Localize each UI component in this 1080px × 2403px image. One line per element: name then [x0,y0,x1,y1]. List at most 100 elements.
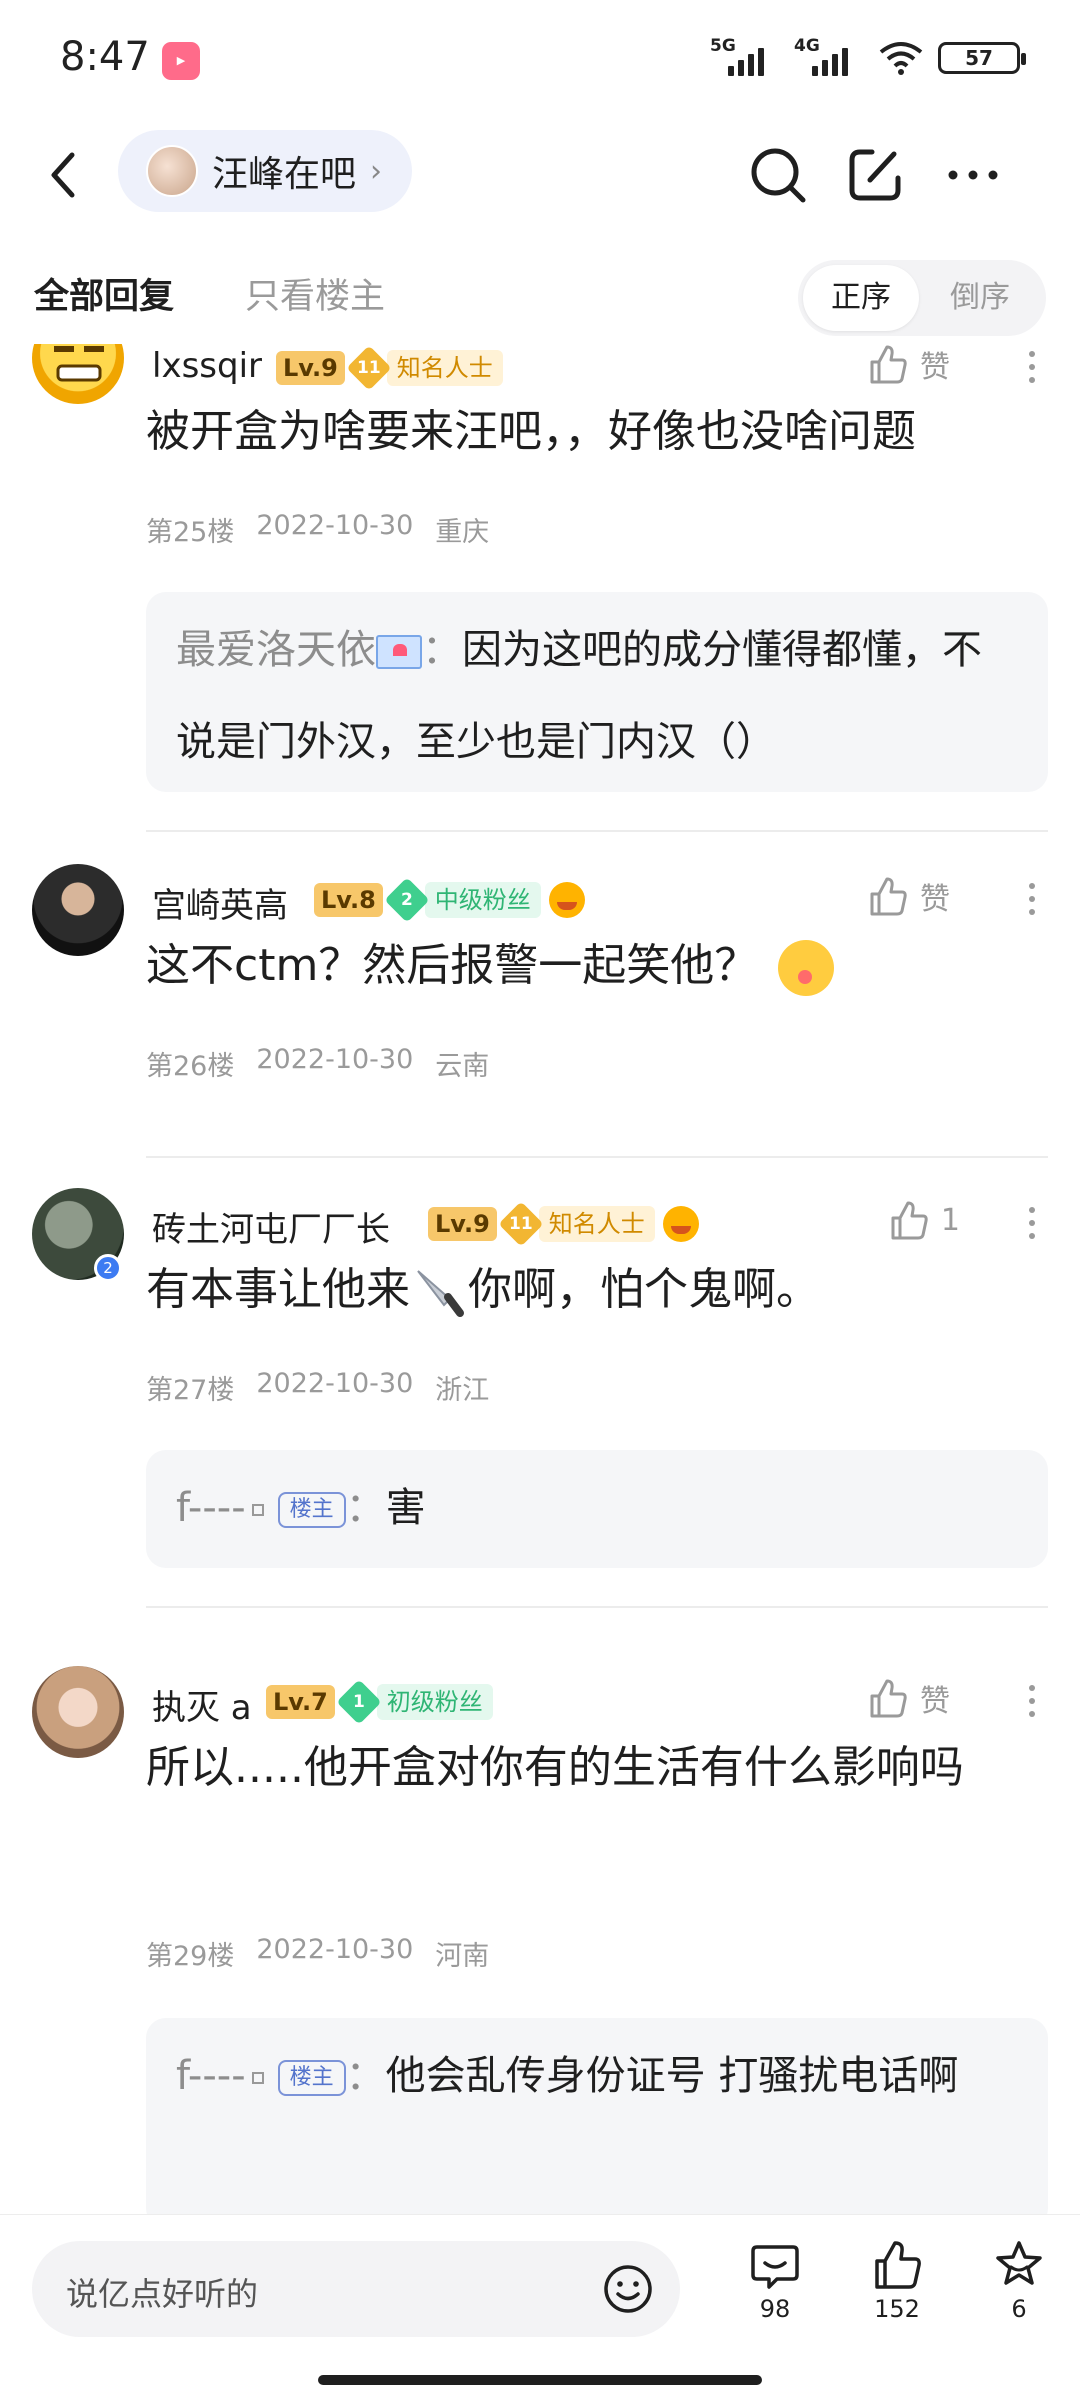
like-button[interactable]: 赞 [866,1676,950,1720]
reply-username[interactable]: f---- [176,1485,246,1531]
avatar[interactable] [32,344,124,404]
reply-username[interactable]: 最爱洛天依 [176,627,376,673]
sort-toggle: 正序 倒序 [798,260,1046,336]
tab-all-replies[interactable]: 全部回复 [34,268,174,319]
home-indicator[interactable] [318,2375,762,2385]
comment-icon [751,2245,799,2289]
username[interactable]: 执灭 a [152,1680,252,1729]
like-button[interactable]: 1 [887,1198,960,1242]
sub-reply-box[interactable]: 最爱洛天依 ：因为这吧的成分懂得都懂，不说是门外汉，至少也是门内汉（） [146,592,1048,792]
like-label: 赞 [920,350,950,385]
like-button[interactable]: 赞 [866,344,950,386]
thumbs-up-icon [870,345,907,384]
post-text: 有本事让他来 你啊，怕个鬼啊。 [146,1246,1046,1334]
username[interactable]: 宫崎英高 [152,878,288,927]
top-nav-bar: 汪峰在吧 › [0,120,1080,230]
post-text: 被开盒为啥要来汪吧，，好像也没啥问题 [146,406,916,457]
emoji-badge-icon [548,882,585,918]
wifi-icon [879,42,923,75]
lz-badge: 楼主 [277,2060,346,2096]
like-label: 赞 [920,1684,950,1719]
favorite-button[interactable]: 6 [974,2237,1064,2323]
post-meta: 第26楼 2022-10-30 云南 [146,1044,489,1083]
divider [146,830,1048,832]
comment-count: 98 [759,2295,791,2323]
sort-ascending-button[interactable]: 正序 [803,265,919,331]
reply-username[interactable]: f---- [176,2053,246,2099]
post-meta: 第25楼 2022-10-30 重庆 [146,510,489,549]
sub-reply-box[interactable]: f---- 楼主 ：害 [146,1450,1048,1568]
gem-badge-icon: 1 [336,1679,382,1725]
signal-5g-icon: 5G [710,36,780,80]
title-badge: 知名人士 [386,350,503,386]
star-icon [996,2241,1042,2285]
title-badge: 初级粉丝 [376,1684,493,1720]
avatar[interactable] [32,1666,124,1758]
level-badge: Lv.9 [428,1207,497,1241]
emoji-badge-icon [662,1206,699,1242]
reply-text: 害 [385,1485,426,1531]
more-options-icon[interactable] [1022,1676,1042,1726]
level-badge: Lv.8 [314,883,383,917]
post-date: 2022-10-30 [256,1934,414,1965]
smirk-face-icon [54,346,104,382]
bottom-action-bar: 说亿点好听的 98 152 6 [0,2214,1080,2403]
more-options-icon[interactable] [940,142,1006,208]
favorite-count: 6 [1011,2295,1027,2323]
title-badge: 中级粉丝 [424,882,541,918]
forum-avatar [146,145,198,197]
like-label: 赞 [920,882,950,917]
back-icon[interactable] [38,145,88,205]
level-badge: Lv.9 [276,351,345,385]
emoji-picker-icon[interactable] [602,2263,654,2315]
status-bar: 8:47 ▶ 5G 4G 57 [0,0,1080,120]
floor-number: 第27楼 [146,1375,235,1406]
gem-badge-icon: 2 [384,877,430,923]
username[interactable]: 砖土河屯厂厂长 [152,1202,390,1251]
post-date: 2022-10-30 [256,1044,414,1075]
post-date: 2022-10-30 [256,510,414,541]
reply-input[interactable]: 说亿点好听的 [32,2241,680,2337]
edit-post-icon[interactable] [842,142,908,208]
divider [146,1606,1048,1608]
like-post-button[interactable]: 152 [852,2237,942,2323]
more-options-icon[interactable] [1022,874,1042,924]
username[interactable]: lxssqir [152,346,262,386]
post-location: 浙江 [435,1375,490,1406]
battery-indicator: 57 [938,42,1026,74]
app-notification-icon: ▶ [162,42,200,80]
floor-number: 第26楼 [146,1051,235,1082]
thumbs-up-icon [891,1201,928,1240]
post-location: 重庆 [435,517,490,548]
like-button[interactable]: 赞 [866,874,950,918]
knife-icon [417,1270,464,1317]
more-options-icon[interactable] [1022,1198,1042,1248]
comment-button[interactable]: 98 [730,2237,820,2323]
reply-list[interactable]: lxssqir Lv.9 11 知名人士 赞 被开盒为啥要来汪吧，，好像也没啥问… [0,344,1080,2214]
yum-face-icon [778,940,835,996]
status-time: 8:47 [60,34,150,80]
sub-reply-box[interactable]: f---- 楼主 ：他会乱传身份证号 打骚扰电话啊 [146,2018,1048,2214]
gem-badge-icon: 11 [346,345,392,391]
small-square-icon [251,2072,264,2084]
small-square-icon [251,1504,264,1516]
like-count: 1 [940,1202,960,1238]
signal-4g-icon: 4G [794,36,864,80]
user-badges: Lv.9 11 知名人士 [428,1201,699,1247]
sort-descending-button[interactable]: 倒序 [922,265,1038,331]
like-count: 152 [874,2295,920,2323]
reply-input-placeholder: 说亿点好听的 [66,2275,259,2313]
search-icon[interactable] [745,142,811,208]
thumbs-up-icon [870,1679,907,1718]
user-badges: Lv.7 1 初级粉丝 [266,1679,493,1725]
floor-number: 第25楼 [146,517,235,548]
reply-tabs: 全部回复 只看楼主 正序 倒序 [0,248,1080,344]
post-text: 这不ctm？然后报警一起笑他？ [146,922,1046,1010]
tab-lz-only[interactable]: 只看楼主 [245,268,385,319]
user-badges: Lv.8 2 中级粉丝 [314,877,585,923]
forum-chip[interactable]: 汪峰在吧 › [118,130,413,212]
chevron-right-icon: › [370,153,383,189]
post-meta: 第29楼 2022-10-30 河南 [146,1934,489,1973]
more-options-icon[interactable] [1022,344,1042,392]
avatar[interactable] [32,864,124,956]
